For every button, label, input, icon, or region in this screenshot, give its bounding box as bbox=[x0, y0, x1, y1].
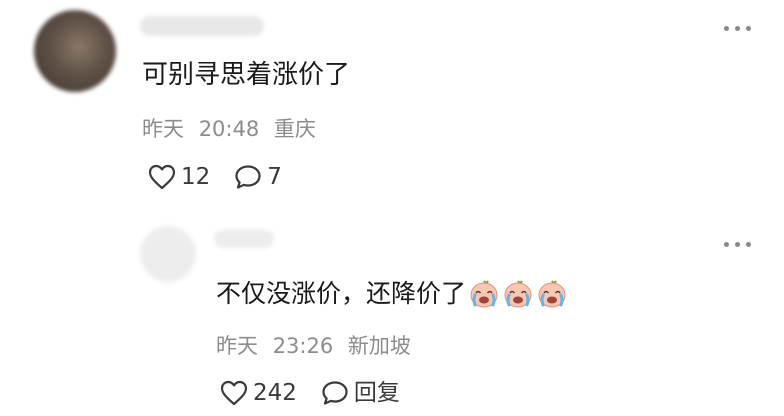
like-button[interactable]: 12 bbox=[148, 163, 210, 191]
comment-time: 20:48 bbox=[198, 117, 260, 141]
reply-location: 新加坡 bbox=[347, 334, 411, 358]
reply-like-count: 242 bbox=[253, 380, 297, 406]
comments-page: 可别寻思着涨价了 昨天 20:48 重庆 12 7 不仅没涨价，还降价了 昨天 … bbox=[0, 0, 784, 416]
comment-meta: 昨天 20:48 重庆 bbox=[142, 115, 316, 143]
speech-bubble-icon bbox=[322, 381, 348, 405]
reply-reply-button[interactable]: 回复 bbox=[321, 379, 400, 407]
reply-emojis bbox=[468, 278, 570, 310]
comment-date: 昨天 bbox=[142, 117, 184, 141]
reply-label: 回复 bbox=[353, 380, 400, 406]
crying-face-emoji bbox=[538, 280, 566, 308]
reply-date: 昨天 bbox=[216, 334, 258, 358]
reply-more-dots-icon[interactable] bbox=[724, 242, 751, 247]
heart-outline-icon bbox=[220, 380, 248, 406]
like-count: 12 bbox=[181, 164, 211, 190]
reply-button[interactable]: 7 bbox=[234, 163, 282, 191]
reply-count: 7 bbox=[267, 164, 282, 190]
reply-username-blurred[interactable] bbox=[214, 230, 274, 248]
crying-face-emoji bbox=[470, 280, 498, 308]
comment-avatar[interactable] bbox=[34, 10, 116, 92]
reply-actions: 242 回复 bbox=[220, 376, 424, 410]
speech-bubble-icon bbox=[235, 165, 261, 189]
comment-text: 可别寻思着涨价了 bbox=[142, 60, 351, 90]
comment-actions: 12 7 bbox=[148, 160, 306, 194]
reply-time: 23:26 bbox=[272, 334, 334, 358]
comment-location: 重庆 bbox=[273, 117, 316, 141]
comment-username-blurred[interactable] bbox=[140, 16, 264, 36]
crying-face-emoji bbox=[504, 280, 532, 308]
more-dots-icon[interactable] bbox=[724, 26, 751, 31]
reply-avatar[interactable] bbox=[140, 226, 196, 282]
reply-text-line: 不仅没涨价，还降价了 bbox=[216, 277, 570, 311]
reply-like-button[interactable]: 242 bbox=[220, 379, 297, 407]
heart-outline-icon bbox=[148, 164, 176, 190]
reply-meta: 昨天 23:26 新加坡 bbox=[216, 332, 411, 360]
reply-text: 不仅没涨价，还降价了 bbox=[216, 279, 467, 308]
